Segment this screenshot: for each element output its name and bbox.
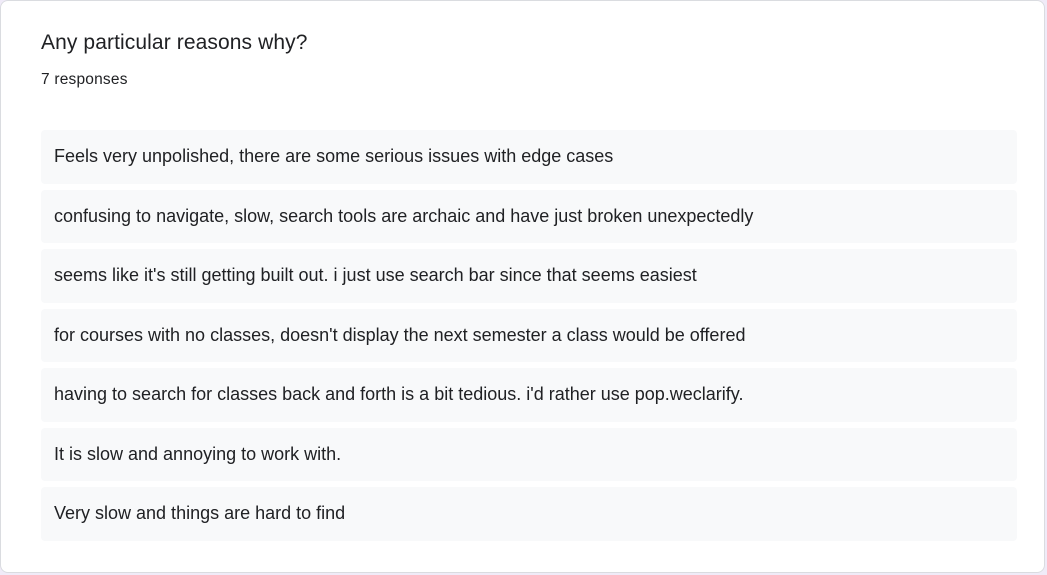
response-item: for courses with no classes, doesn't dis… <box>41 308 1017 362</box>
response-count: 7 responses <box>41 71 128 88</box>
response-item: Feels very unpolished, there are some se… <box>41 130 1017 184</box>
response-list: Feels very unpolished, there are some se… <box>41 130 1017 547</box>
response-item: Very slow and things are hard to find <box>41 487 1017 541</box>
question-title: Any particular reasons why? <box>41 31 308 54</box>
response-item: It is slow and annoying to work with. <box>41 427 1017 481</box>
response-item: having to search for classes back and fo… <box>41 368 1017 422</box>
response-item: seems like it's still getting built out.… <box>41 249 1017 303</box>
response-item: confusing to navigate, slow, search tool… <box>41 189 1017 243</box>
question-summary-card: Any particular reasons why? 7 responses … <box>0 0 1045 573</box>
